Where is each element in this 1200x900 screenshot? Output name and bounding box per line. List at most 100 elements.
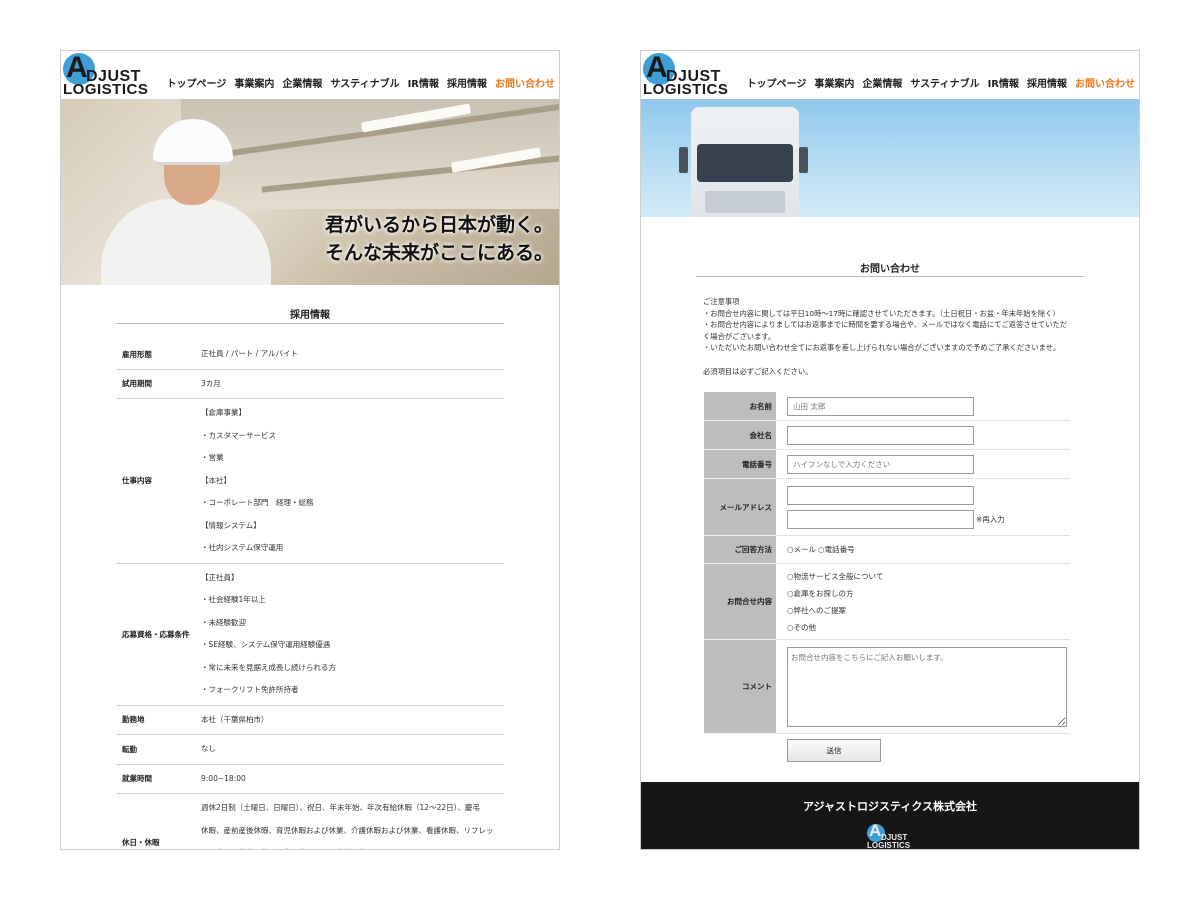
email-confirm-hint: ※再入力 [976,514,1005,524]
contact-page-screenshot: A DJUST LOGISTICS トップページ 事業案内 企業情報 サスティナ… [640,50,1140,850]
global-nav: トップページ 事業案内 企業情報 サスティナブル IR情報 採用情報 お問い合わ… [747,75,1135,90]
recruit-row-values: 【倉庫事業】 ・カスタマーサービス ・営業 【本社】 ・コーポレート部門 経理・総務 【情… [201,399,504,563]
email-label: メールアドレス [704,479,776,536]
recruit-row-value: 【正社員】 [201,572,239,582]
recruit-row-value: シュ休暇、裁判員休暇、生理休暇、その他特別休暇 [201,842,504,849]
nav-sustainable[interactable]: サスティナブル [330,75,399,90]
name-label: お名前 [704,392,776,421]
footer-logo[interactable]: A DJUST LOGISTICS [867,821,923,849]
notes-line: ・お問合せ内容に関しては平日10時〜17時に確認させていただきます。（土日祝日・… [703,308,1060,318]
recruit-row-label: 休日・休暇 [122,837,160,847]
phone-input[interactable] [787,454,974,474]
inquiry-radio-logistics[interactable]: ○物流サービス全般について [787,568,1070,585]
inquiry-radio-proposal[interactable]: ○弊社へのご提案 [787,602,1070,619]
recruit-row-value: 週休2日制（土曜日、日曜日）、祝日、年末年始、年次有給休暇（12～22日）、慶弔 [201,803,480,812]
nav-business[interactable]: 事業案内 [814,75,854,90]
logo-mark: A [646,51,668,84]
recruit-row-label: 仕事内容 [122,476,152,486]
truck-mirror [679,147,688,173]
recruit-row-values: 週休2日制（土曜日、日曜日）、祝日、年末年始、年次有給休暇（12～22日）、慶弔… [201,794,504,849]
recruit-row-values: 正社員 / パート / アルバイト [201,340,504,369]
recruit-row: 就業時間 9:00~18:00 [116,765,504,794]
submit-button[interactable]: 送信 [787,739,881,762]
contact-notes: ご注意事項 ・お問合せ内容に関しては平日10時〜17時に確認させていただきます。… [703,296,1093,354]
truck-mirror [799,147,808,173]
recruit-row-value: 【倉庫事業】 [201,408,246,417]
nav-contact[interactable]: お問い合わせ [495,75,555,90]
nav-ir[interactable]: IR情報 [988,75,1019,90]
recruit-row-value: 【本社】 [201,475,231,485]
recruit-hero-image: 君がいるから日本が動く。 そんな未来がここにある。 [61,99,559,285]
form-row-reply-method: ご回答方法 ○メール ○電話番号 [704,536,1070,564]
recruit-row-value: 9:00~18:00 [201,773,246,783]
nav-contact[interactable]: お問い合わせ [1075,75,1135,90]
nav-top[interactable]: トップページ [747,75,807,90]
inquiry-radio-other[interactable]: ○その他 [787,619,1070,636]
reply-radio-phone[interactable]: ○電話番号 [818,541,855,558]
logo-text-line2: LOGISTICS [63,81,149,98]
recruit-row-value: ・社会経験1年以上 [201,595,266,604]
inquiry-label: お問合せ内容 [704,564,776,640]
comment-textarea[interactable] [787,646,1067,727]
site-logo[interactable]: A DJUST LOGISTICS [643,51,733,98]
recruit-row-values: 3カ月 [201,370,504,399]
section-divider [696,276,1084,277]
form-row-phone: 電話番号 [704,450,1070,479]
hero-copy-line1: 君がいるから日本が動く。 [324,214,553,236]
truck-windshield [697,144,793,182]
name-input[interactable] [787,396,974,416]
logo-mark: A [66,51,88,84]
hero-copy-line2: そんな未来がここにある。 [324,242,553,264]
hero-copy: 君がいるから日本が動く。 そんな未来がここにある。 [325,211,553,267]
recruit-row: 勤務地 本社（千葉県柏市） [116,706,504,735]
form-row-name: お名前 [704,392,1070,421]
recruit-page-screenshot: A DJUST LOGISTICS トップページ 事業案内 企業情報 サスティナ… [60,50,560,850]
truck-grille [705,191,785,213]
recruit-row-value: 休暇、産前産後休暇、育児休暇および休業、介護休暇および休業、看護休暇、リフレッ [201,825,494,835]
recruit-row-value: 正社員 / パート / アルバイト [201,349,299,358]
nav-sustainable[interactable]: サスティナブル [910,75,979,90]
email-input[interactable] [787,485,974,505]
recruit-row-value: なし [201,744,216,753]
nav-business[interactable]: 事業案内 [234,75,274,90]
company-input[interactable] [787,425,974,445]
logo-text-line2: LOGISTICS [643,81,729,98]
recruit-row: 転勤 なし [116,735,504,765]
recruit-row: 雇用形態 正社員 / パート / アルバイト [116,340,504,370]
global-nav: トップページ 事業案内 企業情報 サスティナブル IR情報 採用情報 お問い合わ… [167,75,555,90]
recruit-row-value: 【情報システム】 [201,520,261,530]
site-footer: アジャストロジスティクス株式会社 A DJUST LOGISTICS [641,782,1139,849]
recruit-row: 休日・休暇 週休2日制（土曜日、日曜日）、祝日、年末年始、年次有給休暇（12～22… [116,794,504,849]
contact-section-title: お問い合わせ [860,264,920,275]
nav-top[interactable]: トップページ [167,75,227,90]
inquiry-radio-warehouse[interactable]: ○倉庫をお探しの方 [787,585,1070,602]
email-confirm-input[interactable] [787,509,974,529]
form-row-comment: コメント [704,640,1070,734]
recruit-row-label: 転勤 [122,744,137,754]
recruit-row-value: ・コーポレート部門 経理・総務 [201,498,314,507]
recruit-row-label: 応募資格・応募条件 [122,629,190,639]
notes-line: く場合がございます。 [703,331,776,341]
worker-figure [101,199,271,285]
recruit-row-label: 雇用形態 [122,349,152,359]
recruit-info-table: 雇用形態 正社員 / パート / アルバイト 試用期間 3カ月 仕事内容 【倉庫事業】 ・カ… [116,340,504,849]
recruit-row-label: 勤務地 [122,715,145,725]
nav-company[interactable]: 企業情報 [862,75,902,90]
recruit-row-value: ・営業 [201,453,224,462]
nav-ir[interactable]: IR情報 [408,75,439,90]
section-divider [116,323,504,324]
recruit-row-value: 3カ月 [201,378,221,388]
nav-recruit[interactable]: 採用情報 [447,75,487,90]
notes-line: ・お問合せ内容によりましてはお返事までに時間を要する場合や、メールではなく電話に… [703,320,1068,329]
nav-recruit[interactable]: 採用情報 [1027,75,1067,90]
contact-form: お名前 会社名 電話番号 メールアドレス ※再入力 [704,392,1070,734]
notes-line: ・いただいたお問い合わせ全てにお返事を差し上げられない場合がございますので予めご… [703,343,1061,352]
form-row-email: メールアドレス ※再入力 [704,479,1070,536]
site-logo[interactable]: A DJUST LOGISTICS [63,51,153,98]
required-note: 必須項目は必ずご記入ください。 [703,367,813,376]
contact-hero-image [641,99,1139,217]
recruit-section-title: 採用情報 [290,310,330,321]
nav-company[interactable]: 企業情報 [282,75,322,90]
reply-radio-email[interactable]: ○メール [787,541,816,558]
logo-mark: A [869,821,882,840]
